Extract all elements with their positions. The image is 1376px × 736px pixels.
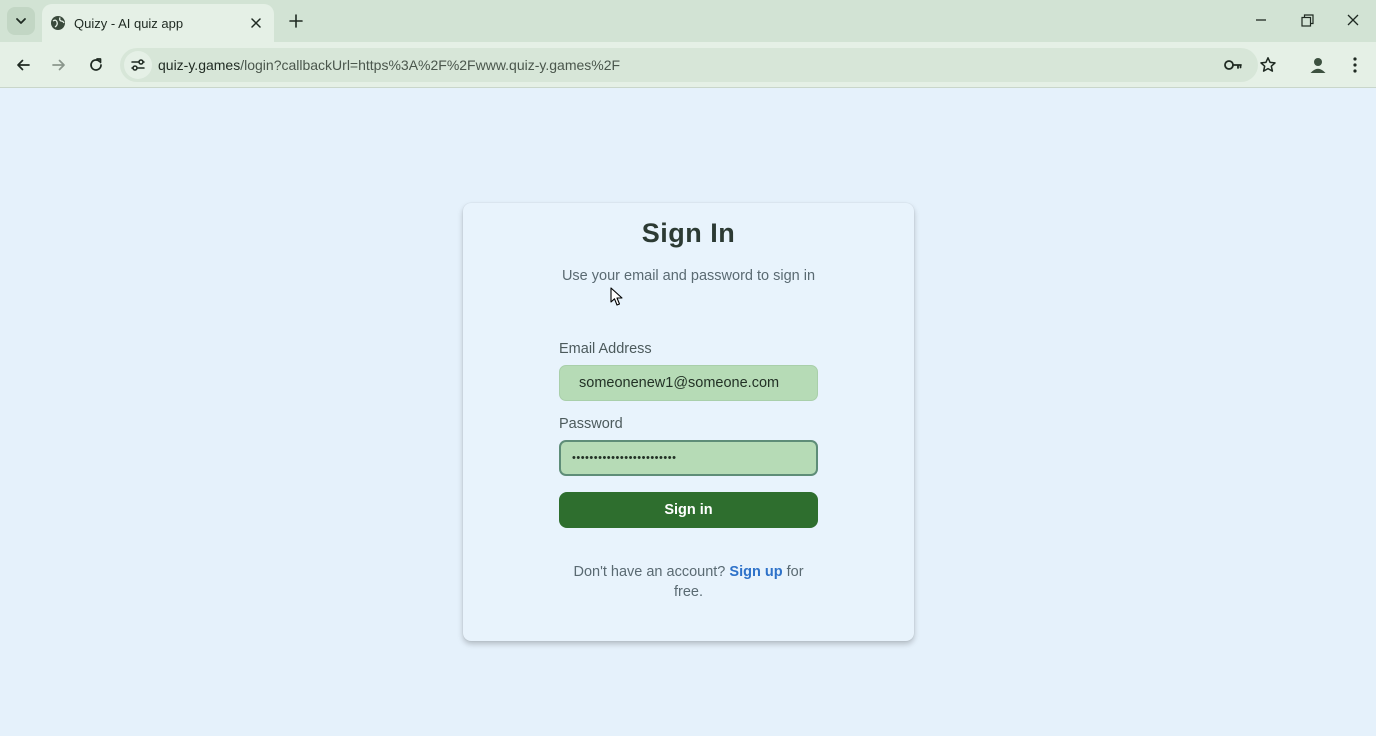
- page-title: Sign In: [641, 218, 736, 248]
- forward-button[interactable]: [44, 50, 74, 80]
- chevron-down-icon: [16, 18, 26, 24]
- reload-button[interactable]: [81, 50, 111, 80]
- person-icon: [1310, 58, 1326, 73]
- tab-search-button[interactable]: [7, 7, 35, 35]
- tab-close-button[interactable]: [246, 13, 266, 33]
- mouse-cursor: [610, 287, 624, 312]
- password-manager-button[interactable]: [1220, 52, 1246, 78]
- close-icon: [1347, 14, 1359, 26]
- profile-button[interactable]: [1303, 50, 1333, 80]
- key-icon: [1224, 60, 1242, 70]
- arrow-left-icon: [17, 59, 30, 71]
- signin-subtitle: Use your email and password to sign in: [561, 268, 816, 284]
- close-window-button[interactable]: [1333, 4, 1373, 36]
- back-button[interactable]: [8, 50, 38, 80]
- password-label: Password: [559, 416, 623, 432]
- email-field[interactable]: [559, 365, 818, 401]
- browser-toolbar: quiz-y.games/login?callbackUrl=https%3A%…: [0, 42, 1376, 88]
- signup-link[interactable]: Sign up: [729, 564, 782, 580]
- url-path: /login?callbackUrl=https%3A%2F%2Fwww.qui…: [240, 57, 621, 73]
- tab-title: Quizy - AI quiz app: [74, 15, 184, 31]
- star-icon: [1260, 57, 1276, 72]
- tune-icon: [131, 59, 145, 71]
- kebab-menu-icon: [1353, 57, 1357, 73]
- browser-tab[interactable]: Quizy - AI quiz app: [42, 4, 274, 42]
- url-text[interactable]: quiz-y.games/login?callbackUrl=https%3A%…: [158, 57, 620, 73]
- signup-prompt: Don't have an account? Sign up for free.: [559, 562, 818, 602]
- signup-prompt-text: Don't have an account?: [573, 564, 726, 580]
- browser-menu-button[interactable]: [1343, 50, 1367, 80]
- signin-button[interactable]: Sign in: [559, 492, 818, 528]
- minimize-button[interactable]: [1241, 4, 1281, 36]
- bookmark-button[interactable]: [1255, 52, 1281, 78]
- close-icon: [251, 18, 261, 28]
- new-tab-button[interactable]: [283, 8, 309, 34]
- url-host: quiz-y.games: [158, 57, 241, 73]
- restore-button[interactable]: [1287, 4, 1327, 36]
- email-label: Email Address: [559, 341, 652, 357]
- address-bar[interactable]: quiz-y.games/login?callbackUrl=https%3A%…: [120, 48, 1276, 82]
- password-field[interactable]: [559, 440, 818, 476]
- tab-strip: Quizy - AI quiz app: [0, 0, 1376, 42]
- signin-card: Sign In Use your email and password to s…: [463, 203, 914, 641]
- globe-icon: [50, 15, 66, 31]
- reload-icon: [90, 58, 102, 71]
- site-info-button[interactable]: [124, 51, 152, 79]
- cursor-arrow-icon: [610, 287, 623, 306]
- restore-icon: [1300, 13, 1314, 27]
- plus-icon: [289, 14, 303, 28]
- minimize-icon: [1256, 19, 1266, 21]
- arrow-right-icon: [52, 59, 65, 71]
